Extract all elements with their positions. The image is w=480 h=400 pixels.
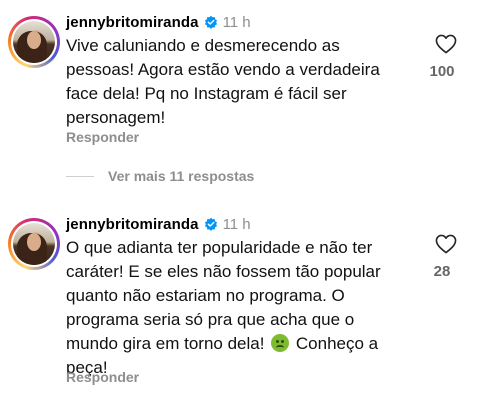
comment-header: jennybritomiranda 11 h xyxy=(66,12,251,32)
username[interactable]: jennybritomiranda xyxy=(66,216,199,233)
like-button[interactable] xyxy=(430,228,462,260)
comment-time: 11 h xyxy=(222,13,251,31)
comment-text: O que adianta ter popularidade e não ter… xyxy=(66,236,406,380)
username[interactable]: jennybritomiranda xyxy=(66,14,199,31)
reply-button[interactable]: Responder xyxy=(66,369,139,385)
divider xyxy=(66,175,94,177)
like-count: 100 xyxy=(429,63,455,80)
comment-header: jennybritomiranda 11 h xyxy=(66,214,251,234)
view-more-replies[interactable]: Ver mais 11 respostas xyxy=(66,166,254,186)
comment-text: Vive caluniando e desmerecendo as pessoa… xyxy=(66,36,380,127)
reply-button[interactable]: Responder xyxy=(66,129,139,145)
like-button[interactable] xyxy=(430,28,462,60)
comment-time: 11 h xyxy=(222,215,251,233)
avatar[interactable] xyxy=(8,218,60,270)
view-more-replies-label: Ver mais 11 respostas xyxy=(108,168,255,184)
like-count: 28 xyxy=(433,263,451,280)
avatar[interactable] xyxy=(8,16,60,68)
verified-badge-icon xyxy=(204,217,217,231)
verified-badge-icon xyxy=(204,15,217,29)
heart-icon xyxy=(435,234,457,254)
heart-icon xyxy=(435,34,457,54)
nauseated-face-icon xyxy=(271,334,290,352)
